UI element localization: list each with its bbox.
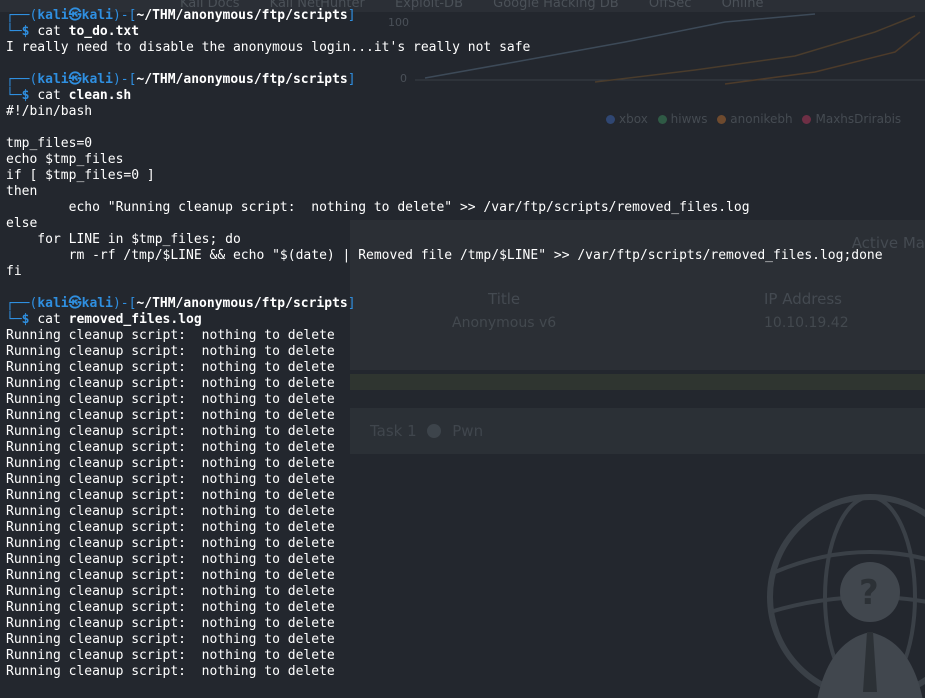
output-line: Running cleanup script: nothing to delet…	[6, 568, 335, 583]
output-line: tmp_files=0	[6, 136, 93, 151]
output-line: Running cleanup script: nothing to delet…	[6, 344, 335, 359]
command-line[interactable]: └─$ cat clean.sh	[6, 88, 131, 104]
prompt-path: ~/THM/anonymous/ftp/scripts	[136, 72, 348, 87]
output-line: Running cleanup script: nothing to delet…	[6, 632, 335, 647]
command-arg: removed_files.log	[68, 312, 202, 327]
prompt-corner: └─	[6, 88, 22, 103]
command-name: cat	[37, 24, 61, 39]
prompt-line: ┌──(kali㉿kali)-[~/THM/anonymous/ftp/scri…	[6, 296, 356, 312]
prompt-open: ┌──(	[6, 72, 38, 87]
output-line: Running cleanup script: nothing to delet…	[6, 600, 335, 615]
prompt-user: kali㉿kali	[37, 296, 113, 311]
output-line: Running cleanup script: nothing to delet…	[6, 536, 335, 551]
output-line: Running cleanup script: nothing to delet…	[6, 408, 335, 423]
prompt-path: ~/THM/anonymous/ftp/scripts	[136, 8, 348, 23]
prompt-dollar: $	[21, 88, 38, 103]
prompt-user: kali㉿kali	[37, 8, 113, 23]
prompt-dollar: $	[21, 312, 38, 327]
output-line: Running cleanup script: nothing to delet…	[6, 552, 335, 567]
terminal-window[interactable]: ┌──(kali㉿kali)-[~/THM/anonymous/ftp/scri…	[0, 0, 925, 698]
output-line: then	[6, 184, 38, 199]
prompt-close: ]	[347, 8, 356, 23]
command-name: cat	[37, 88, 61, 103]
command-name: cat	[37, 312, 61, 327]
output-line: Running cleanup script: nothing to delet…	[6, 504, 335, 519]
output-line: fi	[6, 264, 22, 279]
output-line: Running cleanup script: nothing to delet…	[6, 488, 335, 503]
output-line: I really need to disable the anonymous l…	[6, 40, 531, 55]
prompt-close: ]	[347, 72, 356, 87]
prompt-dollar: $	[21, 24, 38, 39]
prompt-mid: )-[	[112, 8, 137, 23]
output-line: Running cleanup script: nothing to delet…	[6, 424, 335, 439]
output-line: Running cleanup script: nothing to delet…	[6, 664, 335, 679]
command-line[interactable]: └─$ cat to_do.txt	[6, 24, 139, 40]
prompt-corner: └─	[6, 24, 22, 39]
output-line: rm -rf /tmp/$LINE && echo "$(date) | Rem…	[6, 248, 883, 263]
prompt-open: ┌──(	[6, 8, 38, 23]
output-line: Running cleanup script: nothing to delet…	[6, 456, 335, 471]
output-line: echo $tmp_files	[6, 152, 124, 167]
prompt-mid: )-[	[112, 72, 137, 87]
command-line[interactable]: └─$ cat removed_files.log	[6, 312, 202, 328]
output-line: else	[6, 216, 38, 231]
output-line: Running cleanup script: nothing to delet…	[6, 440, 335, 455]
command-arg: clean.sh	[68, 88, 132, 103]
output-line: for LINE in $tmp_files; do	[6, 232, 241, 247]
output-line: Running cleanup script: nothing to delet…	[6, 392, 335, 407]
output-line: Running cleanup script: nothing to delet…	[6, 376, 335, 391]
prompt-line: ┌──(kali㉿kali)-[~/THM/anonymous/ftp/scri…	[6, 72, 356, 88]
prompt-open: ┌──(	[6, 296, 38, 311]
prompt-line: ┌──(kali㉿kali)-[~/THM/anonymous/ftp/scri…	[6, 8, 356, 24]
output-line: Running cleanup script: nothing to delet…	[6, 360, 335, 375]
output-line: Running cleanup script: nothing to delet…	[6, 584, 335, 599]
prompt-path: ~/THM/anonymous/ftp/scripts	[136, 296, 348, 311]
output-line: echo "Running cleanup script: nothing to…	[6, 200, 750, 215]
prompt-corner: └─	[6, 312, 22, 327]
command-arg: to_do.txt	[68, 24, 140, 39]
output-line: Running cleanup script: nothing to delet…	[6, 648, 335, 663]
prompt-close: ]	[347, 296, 356, 311]
output-line: Running cleanup script: nothing to delet…	[6, 328, 335, 343]
output-line: if [ $tmp_files=0 ]	[6, 168, 155, 183]
output-line: Running cleanup script: nothing to delet…	[6, 616, 335, 631]
prompt-mid: )-[	[112, 296, 137, 311]
output-line: Running cleanup script: nothing to delet…	[6, 520, 335, 535]
prompt-user: kali㉿kali	[37, 72, 113, 87]
output-line: Running cleanup script: nothing to delet…	[6, 472, 335, 487]
output-line: #!/bin/bash	[6, 104, 93, 119]
